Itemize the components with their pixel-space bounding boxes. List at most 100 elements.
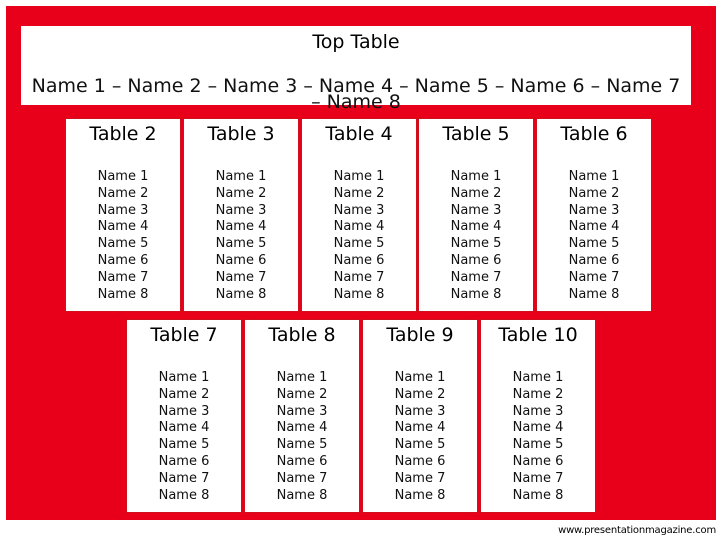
table-title: Table 9 <box>386 324 454 346</box>
table-card-9: Table 9 Name 1 Name 2 Name 3 Name 4 Name 5 Na… <box>363 320 477 512</box>
table-title: Table 10 <box>498 324 578 346</box>
guest-name: Name 7 <box>333 269 385 285</box>
guest-name: Name 3 <box>333 202 385 218</box>
table-card-6: Table 6 Name 1 Name 2 Name 3 Name 4 Name 5 Na… <box>537 119 651 311</box>
guest-name: Name 8 <box>333 286 385 302</box>
guest-name: Name 1 <box>215 169 267 184</box>
guest-name: Name 8 <box>276 487 328 503</box>
guest-name: Name 6 <box>158 453 210 469</box>
name-list: Name 1 Name 2 Name 3 Name 4 Name 5 Name 6 Name… <box>363 370 477 504</box>
guest-name: Name 3 <box>215 202 267 218</box>
table-title: Table 6 <box>560 123 628 145</box>
guest-name: Name 5 <box>512 437 564 453</box>
guest-name: Name 8 <box>512 487 564 503</box>
table-title: Table 2 <box>89 123 157 145</box>
top-table-names: Name 1 – Name 2 – Name 3 – Name 4 – Name… <box>31 75 681 113</box>
guest-name: Name 8 <box>394 487 446 503</box>
table-title: Table 5 <box>442 123 510 145</box>
guest-name: Name 5 <box>450 236 502 252</box>
table-title: Table 4 <box>325 123 393 145</box>
guest-name: Name 6 <box>394 453 446 469</box>
guest-name: Name 4 <box>158 420 210 436</box>
name-list: Name 1 Name 2 Name 3 Name 4 Name 5 Name 6 Name… <box>419 169 533 303</box>
table-card-5: Table 5 Name 1 Name 2 Name 3 Name 4 Name 5 Na… <box>419 119 533 311</box>
guest-name: Name 2 <box>215 185 267 201</box>
guest-name: Name 3 <box>394 403 446 419</box>
name-list: Name 1 Name 2 Name 3 Name 4 Name 5 Name 6 Name… <box>302 169 416 303</box>
guest-name: Name 7 <box>512 470 564 486</box>
guest-name: Name 7 <box>394 470 446 486</box>
guest-name: Name 3 <box>276 403 328 419</box>
top-table: Top Table Name 1 – Name 2 – Name 3 – Nam… <box>21 26 691 112</box>
guest-name: Name 7 <box>215 269 267 285</box>
table-card-2: Table 2 Name 1 Name 2 Name 3 Name 4 Name 5 Na… <box>66 119 180 311</box>
guest-name: Name 4 <box>276 420 328 436</box>
guest-name: Name 6 <box>215 252 267 268</box>
guest-name: Name 4 <box>450 219 502 235</box>
guest-name: Name 2 <box>276 386 328 402</box>
name-list: Name 1 Name 2 Name 3 Name 4 Name 5 Name 6 Name… <box>66 169 180 303</box>
guest-name: Name 4 <box>97 219 149 235</box>
table-title: Table 3 <box>207 123 275 145</box>
footer-website-link[interactable]: www.presentationmagazine.com <box>558 524 716 538</box>
top-table-title: Top Table <box>312 31 400 53</box>
guest-name: Name 8 <box>215 286 267 302</box>
guest-name: Name 2 <box>97 185 149 201</box>
guest-name: Name 8 <box>97 286 149 302</box>
guest-name: Name 3 <box>512 403 564 419</box>
guest-name: Name 2 <box>450 185 502 201</box>
guest-name: Name 5 <box>158 437 210 453</box>
guest-name: Name 7 <box>97 269 149 285</box>
table-title: Table 8 <box>268 324 336 346</box>
guest-name: Name 6 <box>97 252 149 268</box>
name-list: Name 1 Name 2 Name 3 Name 4 Name 5 Name 6 Name… <box>537 169 651 303</box>
guest-name: Name 1 <box>394 370 446 385</box>
guest-name: Name 1 <box>568 169 620 184</box>
guest-name: Name 4 <box>394 420 446 436</box>
guest-name: Name 2 <box>512 386 564 402</box>
guest-name: Name 8 <box>158 487 210 503</box>
guest-name: Name 6 <box>333 252 385 268</box>
name-list: Name 1 Name 2 Name 3 Name 4 Name 5 Name 6 Name… <box>184 169 298 303</box>
guest-name: Name 6 <box>512 453 564 469</box>
guest-name: Name 5 <box>215 236 267 252</box>
guest-name: Name 5 <box>276 437 328 453</box>
guest-name: Name 8 <box>450 286 502 302</box>
guest-name: Name 5 <box>333 236 385 252</box>
guest-name: Name 4 <box>512 420 564 436</box>
guest-name: Name 7 <box>450 269 502 285</box>
guest-name: Name 1 <box>276 370 328 385</box>
guest-name: Name 1 <box>97 169 149 184</box>
guest-name: Name 6 <box>276 453 328 469</box>
guest-name: Name 5 <box>97 236 149 252</box>
table-card-10: Table 10 Name 1 Name 2 Name 3 Name 4 Name 5N… <box>481 320 595 512</box>
guest-name: Name 1 <box>512 370 564 385</box>
guest-name: Name 2 <box>333 185 385 201</box>
guest-name: Name 6 <box>450 252 502 268</box>
guest-name: Name 3 <box>158 403 210 419</box>
table-card-4: Table 4 Name 1 Name 2 Name 3 Name 4 Name 5 Na… <box>302 119 416 311</box>
table-card-3: Table 3 Name 1 Name 2 Name 3 Name 4 Name 5 Na… <box>184 119 298 311</box>
guest-name: Name 4 <box>333 219 385 235</box>
guest-name: Name 2 <box>158 386 210 402</box>
guest-name: Name 2 <box>568 185 620 201</box>
guest-name: Name 6 <box>568 252 620 268</box>
guest-name: Name 2 <box>394 386 446 402</box>
guest-name: Name 7 <box>276 470 328 486</box>
name-list: Name 1 Name 2 Name 3 Name 4 Name 5 Name 6 Name… <box>245 370 359 504</box>
guest-name: Name 4 <box>568 219 620 235</box>
guest-name: Name 8 <box>568 286 620 302</box>
guest-name: Name 5 <box>394 437 446 453</box>
guest-name: Name 1 <box>333 169 385 184</box>
guest-name: Name 1 <box>158 370 210 385</box>
guest-name: Name 4 <box>215 219 267 235</box>
guest-name: Name 3 <box>450 202 502 218</box>
guest-name: Name 3 <box>568 202 620 218</box>
table-card-8: Table 8 Name 1 Name 2 Name 3 Name 4 Name 5 Na… <box>245 320 359 512</box>
guest-name: Name 5 <box>568 236 620 252</box>
guest-name: Name 1 <box>450 169 502 184</box>
table-card-7: Table 7 Name 1 Name 2 Name 3 Name 4 Name 5 Na… <box>127 320 241 512</box>
name-list: Name 1 Name 2 Name 3 Name 4 Name 5 Name 6 Name… <box>481 370 595 504</box>
guest-name: Name 7 <box>158 470 210 486</box>
table-title: Table 7 <box>150 324 218 346</box>
